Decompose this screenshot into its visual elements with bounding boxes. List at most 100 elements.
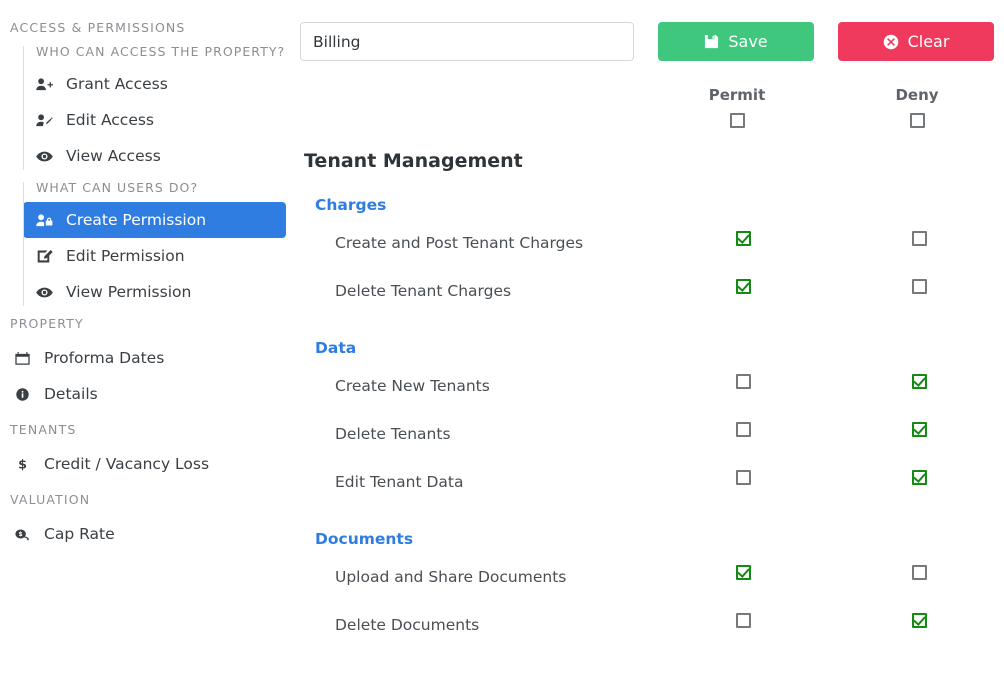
- permit-select-all-cell: [682, 113, 792, 128]
- permit-cell: [688, 374, 798, 389]
- deny-checkbox[interactable]: [911, 565, 927, 580]
- sidebar-group-title: ACCESS & PERMISSIONS: [10, 20, 186, 35]
- permit-cell: [688, 279, 798, 294]
- sidebar-item-edit-access[interactable]: Edit Access: [23, 102, 286, 138]
- clear-button-label: Clear: [907, 32, 950, 51]
- deny-cell: [864, 374, 974, 389]
- permission-name-input[interactable]: [300, 22, 634, 61]
- clear-button[interactable]: Clear: [838, 22, 994, 61]
- info-circle-icon: [14, 385, 36, 403]
- sidebar-item-label: Credit / Vacancy Loss: [44, 455, 210, 473]
- sidebar-item-label: Grant Access: [66, 75, 168, 93]
- sidebar-item-label: View Access: [66, 147, 161, 165]
- user-plus-icon: [36, 75, 58, 93]
- permission-label: Upload and Share Documents: [335, 568, 567, 586]
- permission-label: Delete Tenant Charges: [335, 282, 512, 300]
- svg-text:$: $: [18, 458, 27, 472]
- deny-checkbox[interactable]: [911, 613, 927, 628]
- permit-cell: [688, 470, 798, 485]
- svg-text:$: $: [19, 531, 23, 538]
- coins-icon: $: [14, 525, 36, 543]
- permit-cell: [688, 613, 798, 628]
- sidebar-item-proforma-dates[interactable]: Proforma Dates: [10, 340, 286, 376]
- permit-checkbox[interactable]: [735, 565, 751, 580]
- deny-checkbox[interactable]: [911, 374, 927, 389]
- permit-checkbox[interactable]: [735, 613, 751, 628]
- sidebar-item-grant-access[interactable]: Grant Access: [23, 66, 286, 102]
- permission-row: Delete Tenants: [295, 422, 1004, 472]
- category-title: Charges: [315, 196, 387, 214]
- sidebar-item-details[interactable]: Details: [10, 376, 286, 412]
- category-list: Charges Create and Post Tenant Charges Del…: [295, 196, 1004, 663]
- sidebar-group-title: VALUATION: [10, 492, 91, 507]
- category-title: Documents: [315, 530, 414, 548]
- deny-select-all-cell: [862, 113, 972, 128]
- permission-editor-screen: ACCESS & PERMISSIONS WHO CAN ACCESS THE P…: [0, 0, 1004, 687]
- permission-category: Documents Upload and Share Documents Delet…: [295, 530, 1004, 663]
- deny-select-all-checkbox[interactable]: [909, 113, 925, 128]
- sidebar: ACCESS & PERMISSIONS WHO CAN ACCESS THE P…: [0, 0, 295, 687]
- calendar-icon: [14, 349, 36, 367]
- eye-icon: [36, 283, 58, 301]
- permission-row: Create New Tenants: [295, 374, 1004, 424]
- permission-category: Charges Create and Post Tenant Charges Del…: [295, 196, 1004, 329]
- sidebar-item-label: Details: [44, 385, 98, 403]
- main-content: Save Clear Permit Deny Tenant Management: [295, 0, 1004, 687]
- sidebar-item-label: Edit Permission: [66, 247, 185, 265]
- permit-column-header: Permit: [708, 86, 766, 104]
- save-button-label: Save: [728, 32, 768, 51]
- user-lock-icon: [36, 211, 58, 229]
- permission-category: Data Create New Tenants Delete Tenants Edit…: [295, 339, 1004, 520]
- permit-checkbox[interactable]: [735, 279, 751, 294]
- pencil-square-icon: [36, 247, 58, 265]
- sidebar-group-title: PROPERTY: [10, 316, 84, 331]
- sidebar-item-edit-permission[interactable]: Edit Permission: [23, 238, 286, 274]
- times-circle-icon: [883, 34, 899, 50]
- deny-checkbox[interactable]: [911, 231, 927, 246]
- sidebar-item-label: Proforma Dates: [44, 349, 165, 367]
- sidebar-item-cap-rate[interactable]: $ Cap Rate: [10, 516, 286, 552]
- toolbar: Save Clear: [295, 0, 1004, 76]
- permission-row: Delete Documents: [295, 613, 1004, 663]
- deny-cell: [864, 422, 974, 437]
- sidebar-item-view-permission[interactable]: View Permission: [23, 274, 286, 310]
- sidebar-item-label: Cap Rate: [44, 525, 115, 543]
- deny-cell: [864, 613, 974, 628]
- permission-label: Delete Tenants: [335, 425, 451, 443]
- permit-checkbox[interactable]: [735, 422, 751, 437]
- save-button[interactable]: Save: [658, 22, 814, 61]
- deny-cell: [864, 231, 974, 246]
- sidebar-group-title: TENANTS: [10, 422, 77, 437]
- permit-cell: [688, 231, 798, 246]
- permission-row: Create and Post Tenant Charges: [295, 231, 1004, 281]
- sidebar-item-create-permission[interactable]: Create Permission: [23, 202, 286, 238]
- permit-cell: [688, 565, 798, 580]
- floppy-disk-icon: [704, 34, 719, 49]
- sidebar-item-label: Create Permission: [66, 211, 207, 229]
- deny-checkbox[interactable]: [911, 470, 927, 485]
- deny-cell: [864, 279, 974, 294]
- permission-row: Delete Tenant Charges: [295, 279, 1004, 329]
- permit-checkbox[interactable]: [735, 374, 751, 389]
- eye-icon: [36, 147, 58, 165]
- permit-select-all-checkbox[interactable]: [729, 113, 745, 128]
- page-title: Tenant Management: [304, 150, 523, 172]
- sidebar-item-group: $ Cap Rate: [0, 516, 295, 552]
- permission-row: Upload and Share Documents: [295, 565, 1004, 615]
- deny-checkbox[interactable]: [911, 279, 927, 294]
- permit-checkbox[interactable]: [735, 231, 751, 246]
- permit-checkbox[interactable]: [735, 470, 751, 485]
- dollar-sign-icon: $: [14, 455, 36, 473]
- permission-label: Edit Tenant Data: [335, 473, 464, 491]
- deny-checkbox[interactable]: [911, 422, 927, 437]
- permission-label: Delete Documents: [335, 616, 480, 634]
- sidebar-item-credit-vacancy-loss[interactable]: $ Credit / Vacancy Loss: [10, 446, 286, 482]
- sidebar-item-view-access[interactable]: View Access: [23, 138, 286, 174]
- sidebar-subgroup-title: WHAT CAN USERS DO?: [36, 180, 199, 195]
- sidebar-item-group: $ Credit / Vacancy Loss: [0, 446, 295, 482]
- sidebar-item-label: Edit Access: [66, 111, 155, 129]
- permission-row: Edit Tenant Data: [295, 470, 1004, 520]
